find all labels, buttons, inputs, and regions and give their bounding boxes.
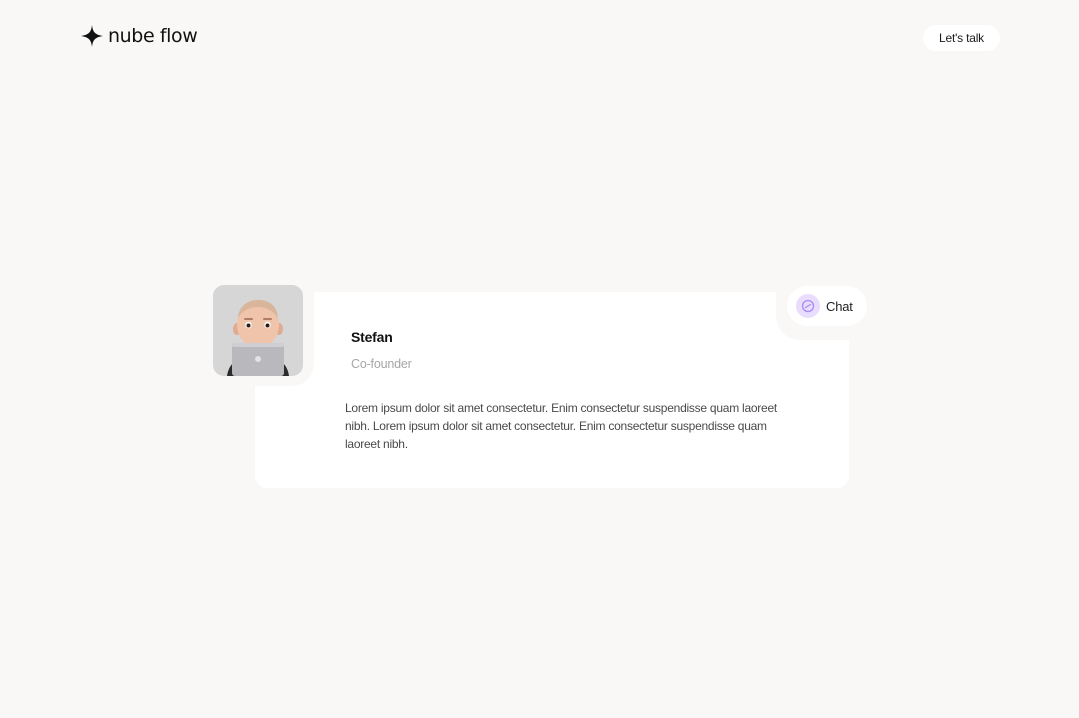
four-point-star-icon — [81, 25, 103, 47]
logo[interactable]: nube flow — [80, 24, 198, 48]
avatar — [213, 285, 303, 376]
profile-card — [255, 292, 849, 488]
lets-talk-button[interactable]: Let's talk — [923, 25, 1000, 51]
profile-bio: Lorem ipsum dolor sit amet consectetur. … — [345, 401, 777, 451]
chat-icon — [796, 294, 820, 318]
profile-name: Stefan — [351, 329, 393, 345]
profile-role: Co-founder — [351, 357, 412, 371]
chat-label: Chat — [826, 298, 853, 314]
logo-text: nube flow — [108, 25, 198, 47]
chat-button[interactable]: Chat — [787, 286, 867, 326]
